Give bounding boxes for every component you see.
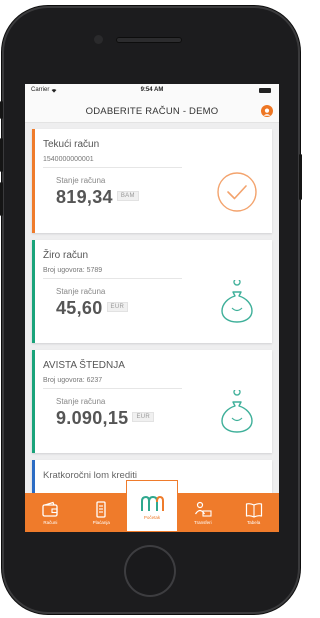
tab-label: Početak	[143, 515, 161, 520]
account-name: Kratkoročni lom krediti	[43, 470, 137, 481]
balance-value: 819,34 BAM	[56, 187, 139, 208]
transfer-icon	[194, 501, 212, 517]
account-name: AVISTA ŠTEDNJA	[43, 360, 125, 371]
balance-amount: 9.090,15	[56, 408, 129, 428]
account-card-avista[interactable]: AVISTA ŠTEDNJA Broj ugovora: 6237 Stanje…	[32, 350, 272, 453]
tab-pocetak[interactable]: Početak	[126, 480, 178, 532]
volume-up-button	[0, 138, 3, 172]
status-time: 9:54 AM	[140, 87, 164, 93]
account-list: Tekući račun 1540000000001 Stanje računa…	[25, 123, 279, 500]
card-divider	[43, 167, 182, 168]
status-bar: Carrier 9:54 AM	[25, 84, 279, 98]
app-header: ODABERITE RAČUN - DEMO	[25, 98, 279, 123]
contract-number: Broj ugovora: 5789	[43, 267, 103, 274]
tab-label: Računi	[43, 520, 58, 525]
piggy-bank-icon	[221, 390, 253, 433]
front-camera	[94, 35, 103, 44]
currency-badge: BAM	[116, 191, 139, 202]
card-accent-bar	[32, 129, 35, 233]
piggy-bank-icon	[221, 280, 253, 323]
home-button[interactable]	[124, 545, 176, 597]
tab-placanja[interactable]: Plaćanja	[76, 493, 127, 532]
account-name: Tekući račun	[43, 139, 100, 150]
balance-label: Stanje računa	[56, 287, 106, 296]
balance-amount: 819,34	[56, 187, 113, 207]
volume-down-button	[0, 182, 3, 216]
book-icon	[245, 503, 262, 518]
contract-number: Broj ugovora: 6237	[43, 377, 103, 384]
balance-label: Stanje računa	[56, 176, 106, 185]
tab-racuni[interactable]: Računi	[25, 493, 76, 532]
account-number: 1540000000001	[43, 156, 94, 163]
account-name: Žiro račun	[43, 250, 89, 261]
battery-icon	[259, 88, 271, 93]
page-title: ODABERITE RAČUN - DEMO	[85, 106, 219, 117]
tab-tabela[interactable]: Tabela	[228, 493, 279, 532]
power-button	[299, 154, 302, 200]
card-accent-bar	[32, 240, 35, 343]
card-divider	[43, 388, 182, 389]
tab-bar: Računi Plaćanja Početak Transferi Tabela	[25, 480, 279, 532]
tab-label: Tabela	[246, 520, 261, 525]
earpiece-speaker	[116, 37, 182, 43]
account-card-tekuci[interactable]: Tekući račun 1540000000001 Stanje računa…	[32, 129, 272, 233]
card-accent-bar	[32, 350, 35, 453]
balance-value: 9.090,15 EUR	[56, 408, 155, 429]
currency-badge: EUR	[132, 412, 155, 423]
wallet-icon	[42, 501, 59, 517]
tab-transferi[interactable]: Transferi	[177, 493, 228, 532]
balance-label: Stanje računa	[56, 397, 106, 406]
checkmark-circle-icon	[217, 172, 257, 212]
mute-switch	[0, 101, 3, 119]
account-card-ziro[interactable]: Žiro račun Broj ugovora: 5789 Stanje rač…	[32, 240, 272, 343]
user-silhouette-icon	[263, 108, 271, 116]
balance-value: 45,60 EUR	[56, 298, 129, 319]
app-screen: Carrier 9:54 AM ODABERITE RAČUN - DEMO T…	[25, 84, 279, 532]
home-logo-icon	[141, 495, 164, 511]
currency-badge: EUR	[106, 302, 129, 313]
payment-icon	[96, 501, 106, 518]
profile-icon[interactable]	[261, 105, 273, 117]
tab-label: Plaćanja	[92, 520, 110, 525]
tab-label: Transferi	[193, 520, 212, 525]
balance-amount: 45,60	[56, 298, 103, 318]
card-divider	[43, 278, 182, 279]
